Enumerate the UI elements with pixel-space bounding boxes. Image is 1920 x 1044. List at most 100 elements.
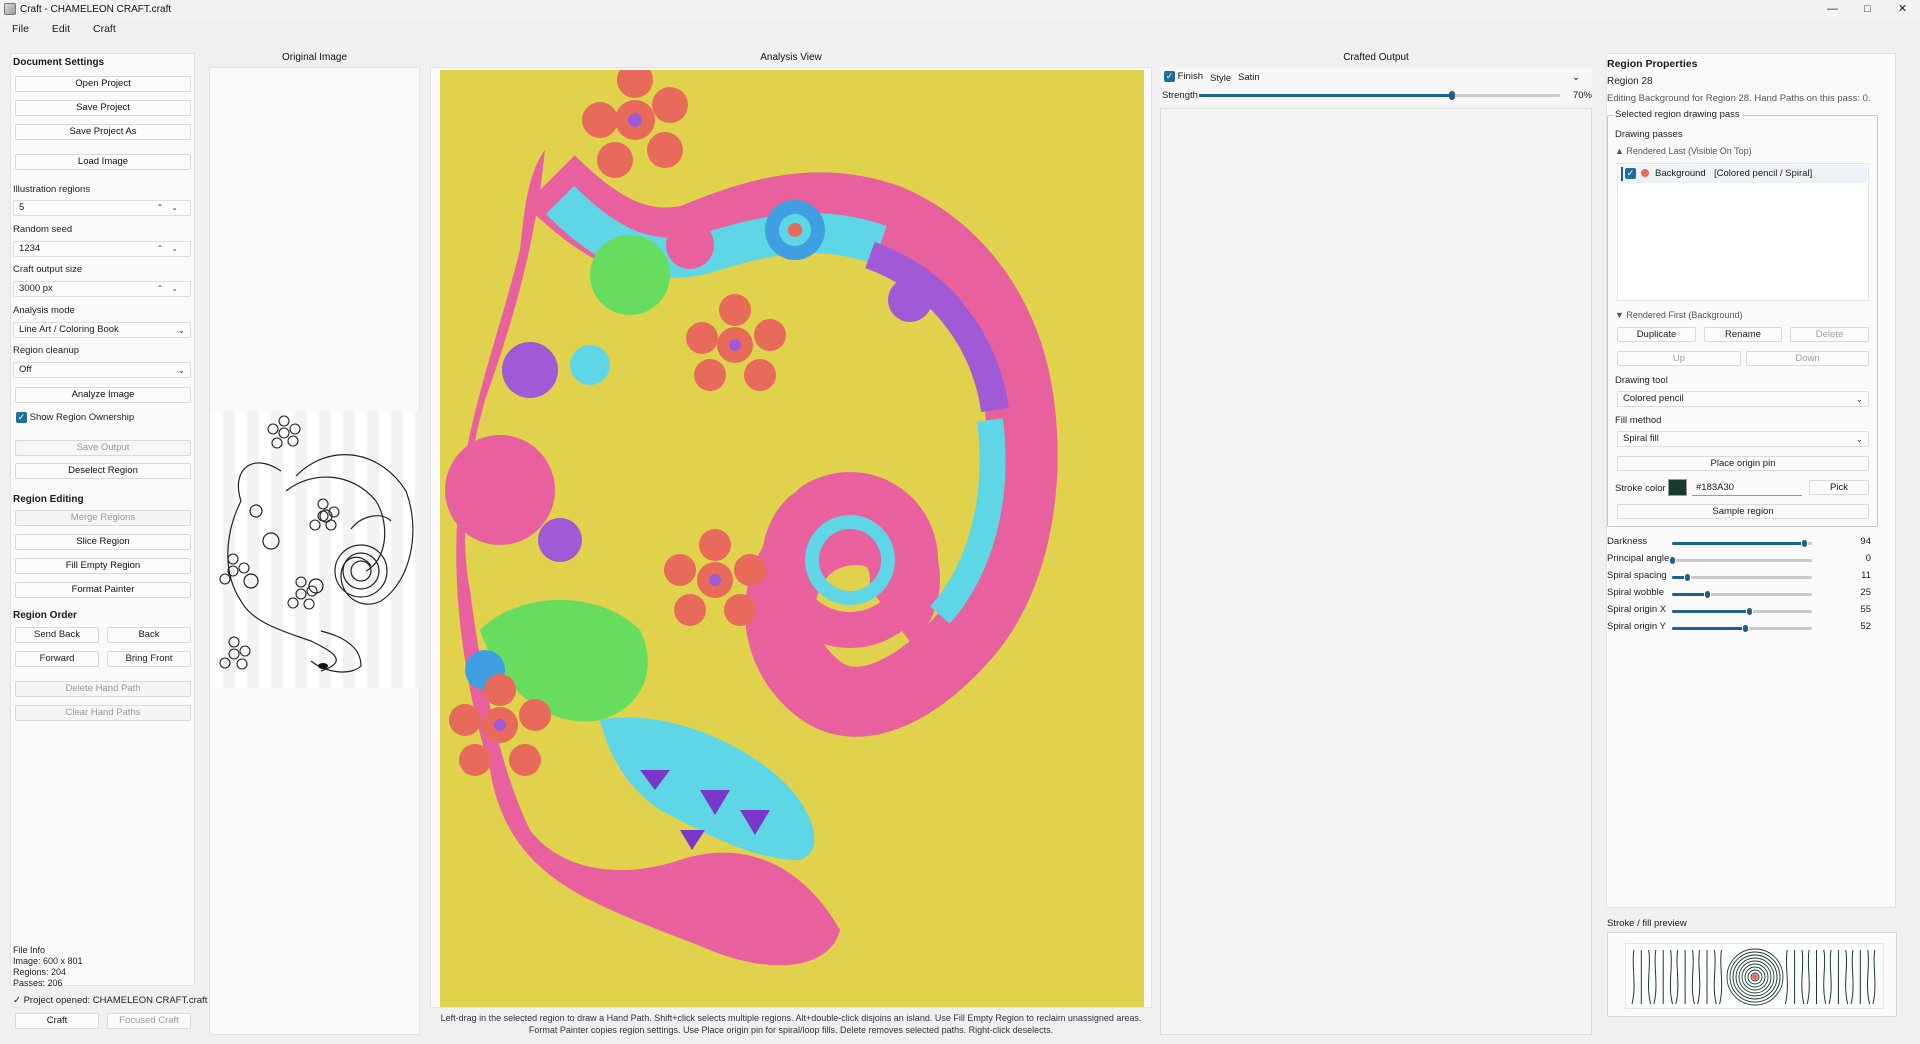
up-button[interactable]: Up [1617,351,1741,366]
darkness-slider[interactable] [1672,539,1812,548]
sample-region-button[interactable]: Sample region [1617,504,1869,519]
focused-craft-button[interactable]: Focused Craft [107,1013,191,1029]
darkness-fill [1672,542,1804,545]
stroke-preview-box [1607,932,1897,1017]
selected-pass-group-title: Selected region drawing pass [1613,109,1742,120]
original-line-art-image [211,411,420,688]
open-project-button[interactable]: Open Project [15,76,191,92]
spiral-preview-drawing [1631,948,1876,1006]
deselect-region-button[interactable]: Deselect Region [15,463,191,479]
stroke-color-input[interactable]: #183A30 [1692,480,1802,496]
spiral-wobble-handle[interactable] [1704,590,1711,599]
menu-bar: File Edit Craft [0,20,127,38]
spin-arrows-icon[interactable]: ⌃⌄ [157,242,186,256]
spiral-wobble-fill [1672,593,1707,596]
darkness-handle[interactable] [1800,539,1808,548]
pass-row-background[interactable]: ✓ Background [Colored pencil / Spiral] [1619,165,1867,183]
rendered-last-label: ▲ Rendered Last (Visible On Top) [1615,146,1752,156]
delete-button[interactable]: Delete [1790,327,1869,342]
maximize-button[interactable]: □ [1850,0,1885,18]
analysis-mode-label: Analysis mode [13,305,75,316]
close-button[interactable]: ✕ [1885,0,1920,18]
pass-detail: [Colored pencil / Spiral] [1714,168,1813,179]
menu-edit[interactable]: Edit [40,23,81,35]
craft-output-size-spinbox[interactable]: 3000 px ⌃⌄ [13,281,191,297]
bring-front-button[interactable]: Bring Front [107,651,191,667]
load-image-button[interactable]: Load Image [15,154,191,170]
menu-craft[interactable]: Craft [81,23,127,35]
checkmark-icon[interactable]: ✓ [1164,71,1175,82]
pick-color-button[interactable]: Pick [1809,480,1869,495]
principal-angle-value: 0 [1865,553,1871,564]
menu-file[interactable]: File [0,23,40,35]
send-back-button[interactable]: Send Back [15,627,99,643]
spiral-origin-y-handle[interactable] [1741,624,1749,633]
spiral-origin-x-label: Spiral origin X [1607,604,1667,615]
strength-slider[interactable] [1199,91,1560,100]
spin-arrows-icon[interactable]: ⌃⌄ [157,201,186,215]
style-select[interactable]: Satin ⌄ [1235,70,1585,85]
strength-handle[interactable] [1448,91,1455,100]
fill-method-value: Spiral fill [1623,433,1659,444]
fill-empty-region-button[interactable]: Fill Empty Region [15,558,191,574]
finish-checkbox[interactable]: ✓ Finish [1164,71,1203,82]
drawing-tool-select[interactable]: Colored pencil ⌄ [1617,391,1869,407]
rendered-first-label: ▼ Rendered First (Background) [1615,310,1743,320]
region-cleanup-select[interactable]: Off ⌄ [13,362,191,378]
format-painter-button[interactable]: Format Painter [15,582,191,598]
canvas-hint-text: Left-drag in the selected region to draw… [440,1013,1142,1035]
spiral-origin-x-slider[interactable] [1672,607,1812,616]
window-title: Craft - CHAMELEON CRAFT.craft [20,3,172,15]
merge-regions-button[interactable]: Merge Regions [15,510,191,526]
save-project-as-button[interactable]: Save Project As [15,124,191,140]
origin-pin-icon [1752,974,1758,980]
random-seed-spinbox[interactable]: 1234 ⌃⌄ [13,241,191,257]
darkness-slider-row: Darkness 94 [1607,536,1879,550]
crafted-output-canvas[interactable] [1160,108,1592,1035]
spiral-spacing-handle[interactable] [1684,573,1692,582]
duplicate-button[interactable]: Duplicate [1617,327,1696,342]
spiral-origin-x-handle[interactable] [1746,607,1753,616]
drawing-pass-list[interactable] [1617,163,1869,301]
back-button[interactable]: Back [107,627,191,643]
analysis-canvas[interactable] [440,62,1144,1007]
stroke-color-swatch[interactable] [1668,479,1687,496]
place-origin-pin-button[interactable]: Place origin pin [1617,456,1869,471]
pass-visible-checkbox[interactable]: ✓ [1625,168,1636,179]
principal-angle-handle[interactable] [1669,556,1676,565]
slice-region-button[interactable]: Slice Region [15,534,191,550]
show-region-ownership-checkbox[interactable]: ✓ Show Region Ownership [16,412,134,423]
fill-method-label: Fill method [1615,415,1662,426]
rename-button[interactable]: Rename [1704,327,1782,342]
show-region-ownership-label: Show Region Ownership [29,412,135,424]
checkmark-icon[interactable]: ✓ [16,412,27,423]
principal-angle-slider[interactable] [1669,556,1812,565]
illustration-regions-label: Illustration regions [13,184,91,195]
preview-stroke [1867,949,1871,1005]
spiral-origin-y-slider[interactable] [1672,624,1812,633]
file-info: File Info Image: 600 x 801 Regions: 204 … [13,945,83,989]
crafted-output-panel: ✓ Finish Style Satin ⌄ Strength 70% [1160,67,1592,1035]
minimize-button[interactable]: — [1815,0,1850,18]
save-project-button[interactable]: Save Project [15,100,191,116]
preview-stroke [1648,949,1652,1005]
drawing-tool-label: Drawing tool [1615,375,1668,386]
region-order-title: Region Order [13,610,77,621]
spiral-wobble-slider[interactable] [1672,590,1812,599]
preview-stroke [1806,949,1810,1005]
document-settings-title: Document Settings [13,57,105,68]
analyze-image-button[interactable]: Analyze Image [15,387,191,403]
save-output-button[interactable]: Save Output [15,440,191,456]
chevron-down-icon: ⌄ [177,365,185,375]
principal-angle-slider-row: Principal angle 0 [1607,553,1879,567]
fill-method-select[interactable]: Spiral fill ⌄ [1617,431,1869,447]
analysis-mode-select[interactable]: Line Art / Coloring Book ⌄ [13,322,191,338]
forward-button[interactable]: Forward [15,651,99,667]
clear-hand-paths-button[interactable]: Clear Hand Paths [15,705,191,721]
spiral-spacing-slider[interactable] [1672,573,1812,582]
craft-button[interactable]: Craft [15,1013,99,1029]
spin-arrows-icon[interactable]: ⌃⌄ [157,282,186,296]
illustration-regions-spinbox[interactable]: 5 ⌃⌄ [13,200,191,216]
down-button[interactable]: Down [1746,351,1869,366]
delete-hand-path-button[interactable]: Delete Hand Path [15,681,191,697]
